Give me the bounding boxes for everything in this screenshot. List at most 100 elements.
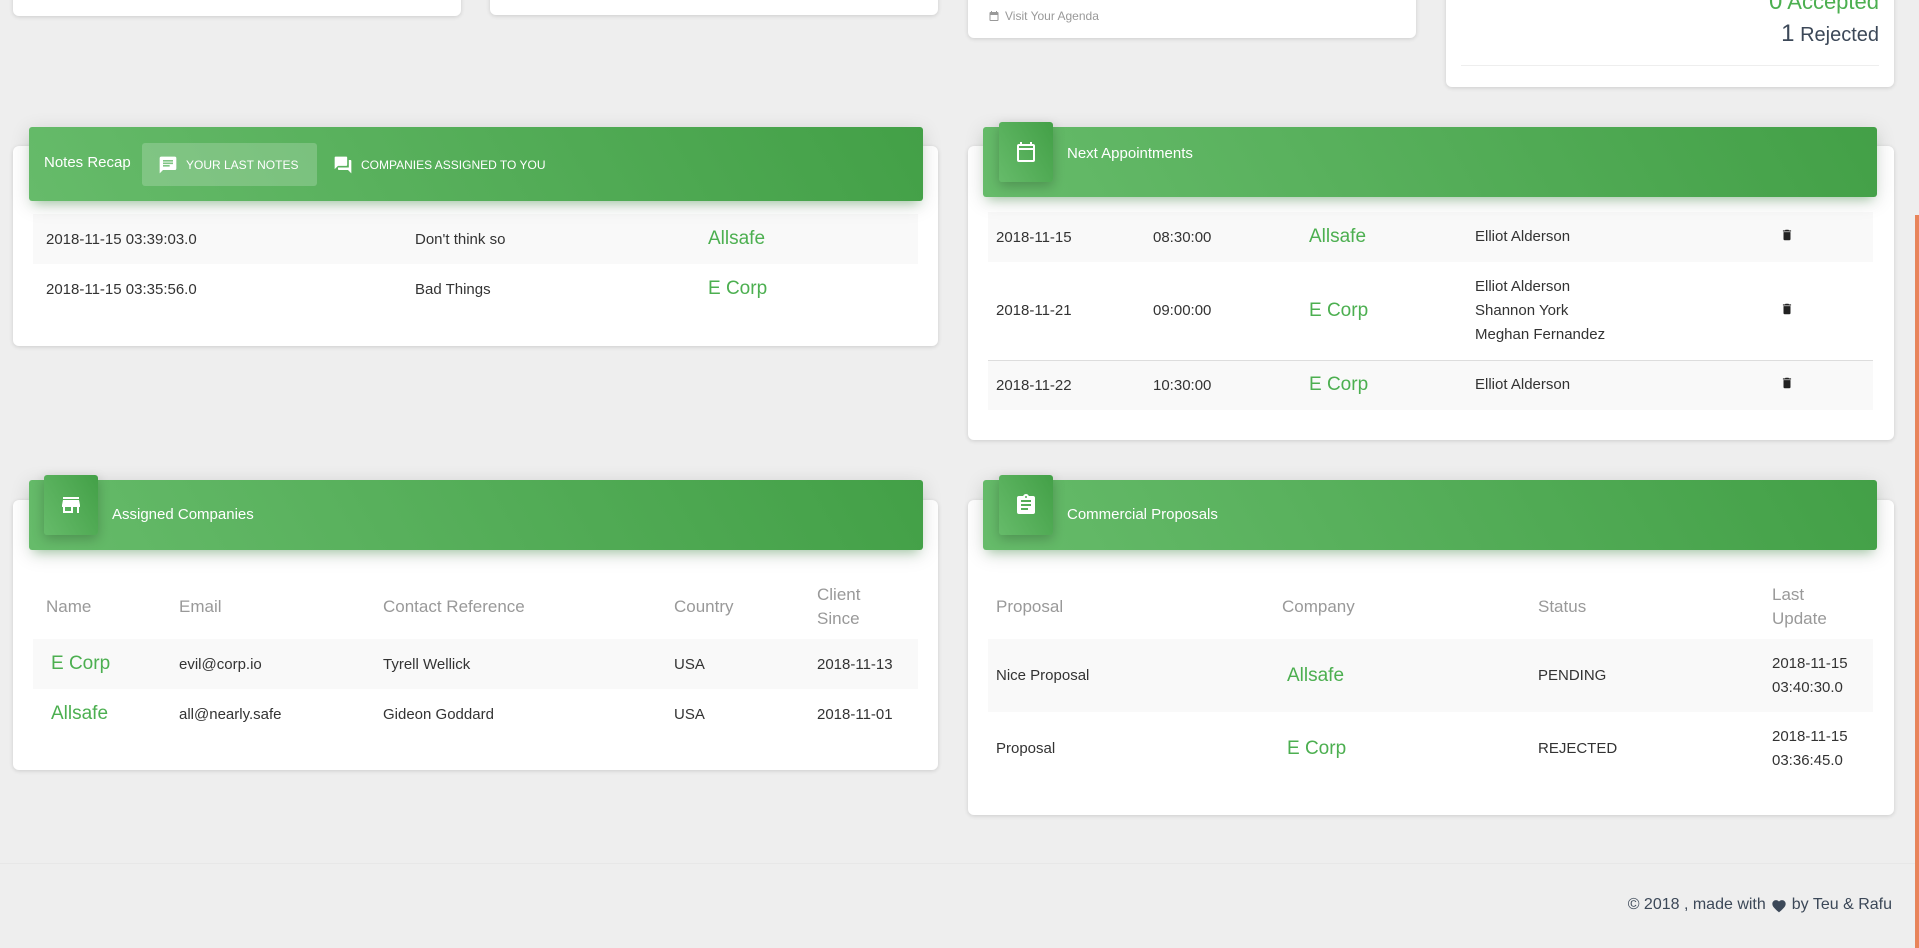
- footer-divider: [0, 863, 1919, 864]
- calendar-icon: [1017, 142, 1035, 162]
- proposal-update-date: 2018-11-15: [1772, 654, 1848, 672]
- assigned-companies-icon-box: [44, 475, 98, 535]
- appointment-company-link[interactable]: E Corp: [1309, 374, 1368, 395]
- company-country: USA: [674, 639, 817, 689]
- col-last-update-line1: Last: [1772, 585, 1805, 604]
- assigned-companies-header: Assigned Companies: [29, 475, 923, 550]
- appointment-date: 2018-11-21: [996, 302, 1072, 320]
- trash-icon: [1782, 229, 1792, 241]
- tab-your-last-notes[interactable]: YOUR LAST NOTES: [142, 143, 317, 186]
- accepted-label: Accepted: [1787, 0, 1879, 14]
- stat-divider: [1461, 65, 1879, 66]
- appointment-date: 2018-11-15: [988, 212, 1153, 262]
- rejected-stat: 1 Rejected: [1781, 20, 1879, 48]
- store-icon: [62, 497, 80, 513]
- notes-header: Notes Recap YOUR LAST NOTES COMPANIES AS…: [29, 127, 923, 201]
- status-card: 0 Accepted 1 Rejected: [1446, 0, 1894, 87]
- proposals-icon-box: [999, 475, 1053, 535]
- proposal-update-date: 2018-11-15: [1772, 727, 1848, 745]
- scroll-indicator[interactable]: [1915, 215, 1919, 948]
- assignment-icon: [1017, 494, 1035, 514]
- attendee: Elliot Alderson: [1475, 228, 1571, 245]
- proposal-company-link[interactable]: E Corp: [1287, 738, 1346, 759]
- appointment-time: 10:30:00: [1153, 360, 1309, 410]
- appointment-time: 09:00:00: [1153, 302, 1212, 320]
- assigned-companies-title: Assigned Companies: [112, 506, 254, 523]
- agenda-link-label: Visit Your Agenda: [1005, 9, 1099, 23]
- note-company-link[interactable]: Allsafe: [708, 228, 765, 249]
- appointments-title: Next Appointments: [1067, 145, 1193, 162]
- col-last-update: Last Update: [1772, 575, 1873, 639]
- forum-icon: [334, 156, 352, 173]
- notes-table: 2018-11-15 03:39:03.0 Don't think so All…: [33, 214, 918, 314]
- col-proposal: Proposal: [996, 597, 1064, 616]
- table-row: Nice Proposal Allsafe PENDING 2018-11-15…: [988, 639, 1873, 712]
- col-last-update-line2: Update: [1772, 609, 1827, 628]
- company-email: evil@corp.io: [179, 639, 383, 689]
- proposal-status: PENDING: [1538, 639, 1772, 712]
- table-row: 2018-11-22 10:30:00 E Corp Elliot Alders…: [988, 360, 1873, 410]
- col-contact: Contact Reference: [383, 597, 525, 616]
- col-client-since-line1: Client: [817, 585, 861, 604]
- attendee: Elliot Alderson: [1475, 277, 1571, 295]
- table-row: 2018-11-15 03:39:03.0 Don't think so All…: [33, 214, 918, 264]
- proposal-last-update: 2018-11-15 03:36:45.0: [1772, 712, 1873, 785]
- proposal-name: Proposal: [996, 740, 1056, 757]
- col-email: Email: [179, 597, 222, 616]
- company-name-link[interactable]: Allsafe: [51, 703, 108, 724]
- col-client-since-line2: Since: [817, 609, 860, 628]
- appointment-company-link[interactable]: Allsafe: [1309, 226, 1366, 247]
- appointment-people: Elliot Alderson Shannon York Meghan Fern…: [1475, 262, 1780, 360]
- appointment-company-link[interactable]: E Corp: [1309, 300, 1368, 321]
- note-icon: [159, 156, 177, 173]
- proposal-update-time: 03:40:30.0: [1772, 678, 1843, 696]
- appointments-header: Next Appointments: [983, 122, 1877, 197]
- proposal-status: REJECTED: [1538, 740, 1618, 757]
- tab-companies-assigned-label: COMPANIES ASSIGNED TO YOU: [361, 157, 546, 172]
- table-row: Proposal E Corp REJECTED 2018-11-15 03:3…: [988, 712, 1873, 785]
- company-contact: Gideon Goddard: [383, 705, 494, 723]
- footer-prefix: © 2018 , made with: [1627, 896, 1766, 913]
- tab-companies-assigned[interactable]: COMPANIES ASSIGNED TO YOU: [333, 143, 546, 186]
- trash-icon: [1782, 303, 1792, 314]
- assigned-companies-table: Name Email Contact Reference Country Cli…: [33, 575, 918, 739]
- table-header-row: Name Email Contact Reference Country Cli…: [33, 575, 918, 639]
- proposals-table: Proposal Company Status Last Update Nice…: [988, 575, 1873, 785]
- note-date: 2018-11-15 03:35:56.0: [46, 280, 197, 298]
- col-name: Name: [46, 597, 92, 616]
- appointment-people: Elliot Alderson: [1475, 360, 1780, 410]
- appointment-time: 08:30:00: [1153, 212, 1309, 262]
- table-header-row: Proposal Company Status Last Update: [988, 575, 1873, 639]
- top-card-2: [490, 0, 938, 15]
- heart-icon: [1772, 899, 1786, 912]
- notes-title: Notes Recap: [44, 154, 131, 171]
- note-text: Don't think so: [415, 214, 708, 264]
- delete-appointment-button[interactable]: [1780, 303, 1794, 322]
- appointment-date: 2018-11-22: [988, 360, 1153, 410]
- company-email: all@nearly.safe: [179, 705, 282, 723]
- note-company-link[interactable]: E Corp: [708, 278, 767, 299]
- table-row: Allsafe all@nearly.safe Gideon Goddard U…: [33, 689, 918, 739]
- appointment-people: Elliot Alderson: [1475, 212, 1780, 262]
- proposal-company-link[interactable]: Allsafe: [1287, 665, 1344, 686]
- table-row: 2018-11-21 09:00:00 E Corp Elliot Alders…: [988, 262, 1873, 360]
- company-client-since: 2018-11-13: [817, 639, 918, 689]
- agenda-link[interactable]: Visit Your Agenda: [988, 9, 1099, 23]
- trash-icon: [1782, 378, 1792, 389]
- tab-your-last-notes-label: YOUR LAST NOTES: [186, 157, 299, 172]
- proposal-update-time: 03:36:45.0: [1772, 751, 1843, 769]
- company-contact: Tyrell Wellick: [383, 639, 674, 689]
- proposals-header: Commercial Proposals: [983, 475, 1877, 550]
- proposal-name: Nice Proposal: [988, 639, 1282, 712]
- company-name-link[interactable]: E Corp: [51, 653, 110, 674]
- note-date: 2018-11-15 03:39:03.0: [33, 214, 415, 264]
- delete-appointment-button[interactable]: [1780, 229, 1794, 248]
- table-row: E Corp evil@corp.io Tyrell Wellick USA 2…: [33, 639, 918, 689]
- col-country: Country: [674, 597, 734, 616]
- top-card-1: [13, 0, 461, 16]
- col-company: Company: [1282, 597, 1355, 616]
- delete-appointment-button[interactable]: [1780, 378, 1794, 396]
- appointments-icon-box: [999, 122, 1053, 182]
- attendee: Meghan Fernandez: [1475, 325, 1606, 343]
- note-text: Bad Things: [415, 280, 491, 298]
